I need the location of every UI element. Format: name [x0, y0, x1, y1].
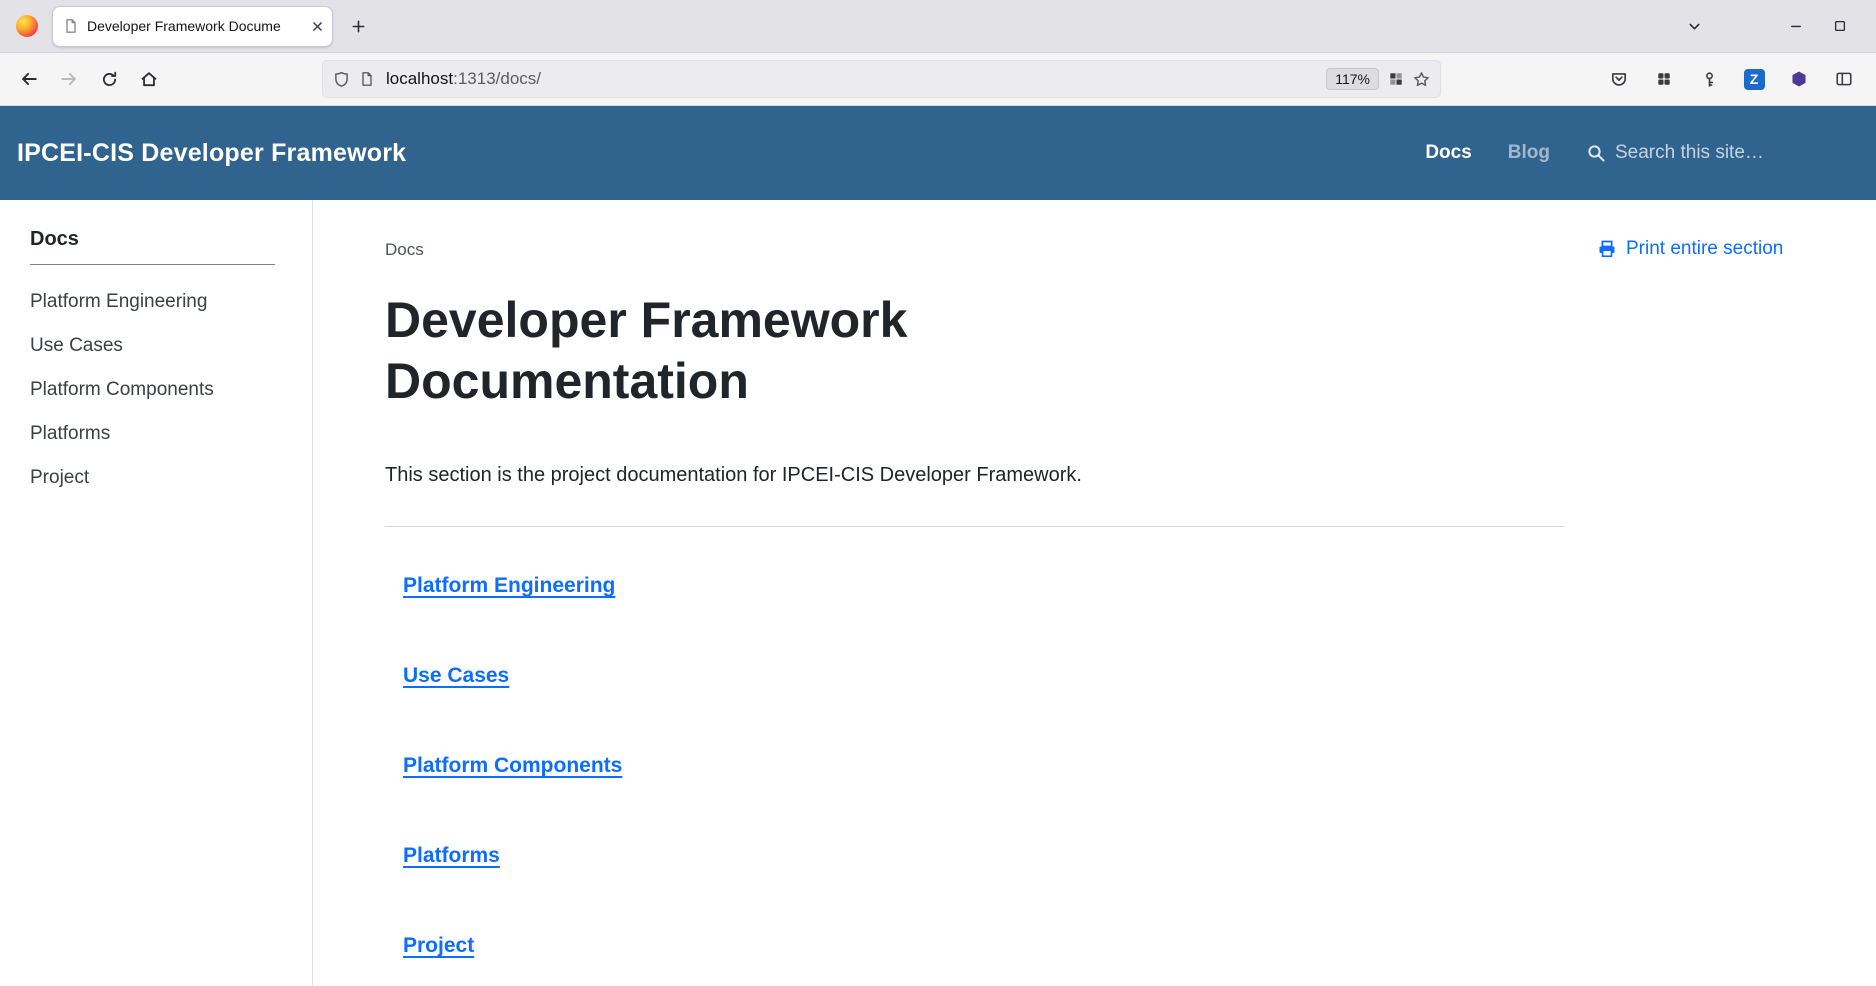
site-brand[interactable]: IPCEI-CIS Developer Framework [17, 139, 406, 168]
printer-icon [1597, 239, 1617, 259]
sidebar-item-platform-components[interactable]: Platform Components [30, 377, 282, 403]
container-grid-icon[interactable] [1388, 71, 1404, 87]
site-search[interactable] [1586, 142, 1854, 164]
bookmark-star-icon[interactable] [1413, 71, 1430, 88]
minimize-button[interactable] [1774, 6, 1818, 46]
url-bar[interactable]: localhost:1313/docs/ 117% [322, 60, 1441, 98]
toolbar-extensions: Z [1603, 63, 1864, 95]
zotero-icon[interactable]: Z [1738, 63, 1770, 95]
intro-text: This section is the project documentatio… [385, 462, 1564, 488]
page-title: Developer Framework Documentation [385, 290, 1185, 412]
new-tab-button[interactable] [341, 9, 375, 43]
sidebar-item-project[interactable]: Project [30, 465, 282, 491]
password-key-icon[interactable] [1693, 63, 1725, 95]
firefox-logo-icon [16, 15, 38, 37]
tracking-protection-shield-icon[interactable] [333, 71, 350, 88]
zoom-indicator[interactable]: 117% [1326, 68, 1379, 90]
sidebar-item-use-cases[interactable]: Use Cases [30, 333, 282, 359]
reload-button[interactable] [92, 62, 126, 96]
url-path: :1313/docs/ [453, 69, 541, 88]
browser-chrome: Developer Framework Docume [0, 0, 1876, 106]
navigation-toolbar: localhost:1313/docs/ 117% Z [0, 53, 1876, 106]
search-icon [1586, 143, 1606, 163]
section-row: Platform Components [403, 753, 1564, 779]
section-link-platform-components[interactable]: Platform Components [403, 754, 622, 777]
forward-button[interactable] [52, 62, 86, 96]
right-sidebar: Print entire section [1591, 200, 1876, 986]
sidebar-item-platform-engineering[interactable]: Platform Engineering [30, 289, 282, 315]
back-button[interactable] [12, 62, 46, 96]
section-row: Use Cases [403, 663, 1564, 689]
purple-extension-icon[interactable] [1783, 63, 1815, 95]
section-link-use-cases[interactable]: Use Cases [403, 664, 509, 687]
print-section-label: Print entire section [1626, 238, 1783, 260]
tab-bar: Developer Framework Docume [0, 0, 1876, 53]
nav-blog-link[interactable]: Blog [1508, 142, 1550, 164]
section-row: Platform Engineering [403, 573, 1564, 599]
site-body: Docs Platform Engineering Use Cases Plat… [0, 200, 1876, 986]
home-button[interactable] [132, 62, 166, 96]
section-link-project[interactable]: Project [403, 934, 474, 957]
pocket-icon[interactable] [1603, 63, 1635, 95]
page-info-icon[interactable] [359, 71, 375, 87]
site-header: IPCEI-CIS Developer Framework Docs Blog [0, 106, 1876, 200]
window-controls [1672, 6, 1862, 46]
browser-tab[interactable]: Developer Framework Docume [52, 6, 333, 47]
nav-docs-link[interactable]: Docs [1425, 142, 1471, 164]
docs-sidebar: Docs Platform Engineering Use Cases Plat… [0, 200, 313, 986]
site-nav: Docs Blog [1425, 142, 1854, 164]
divider [385, 526, 1564, 527]
print-section-link[interactable]: Print entire section [1597, 238, 1860, 260]
tab-favicon-icon [63, 18, 79, 34]
breadcrumb[interactable]: Docs [385, 240, 1564, 260]
section-row: Platforms [403, 843, 1564, 869]
sidebar-list: Platform Engineering Use Cases Platform … [30, 289, 282, 491]
section-links: Platform Engineering Use Cases Platform … [385, 573, 1564, 959]
section-link-platform-engineering[interactable]: Platform Engineering [403, 574, 615, 597]
section-link-platforms[interactable]: Platforms [403, 844, 500, 867]
extensions-grid-icon[interactable] [1648, 63, 1680, 95]
main-content: Docs Developer Framework Documentation T… [313, 200, 1591, 986]
list-all-tabs-button[interactable] [1672, 6, 1716, 46]
url-text[interactable]: localhost:1313/docs/ [386, 69, 541, 89]
section-row: Project [403, 933, 1564, 959]
maximize-button[interactable] [1818, 6, 1862, 46]
search-input[interactable] [1615, 142, 1854, 164]
tab-close-icon[interactable] [311, 20, 324, 33]
sidebar-item-platforms[interactable]: Platforms [30, 421, 282, 447]
sidebar-toggle-icon[interactable] [1828, 63, 1860, 95]
tab-title: Developer Framework Docume [87, 18, 303, 34]
url-host: localhost [386, 69, 453, 88]
sidebar-heading[interactable]: Docs [30, 228, 275, 265]
